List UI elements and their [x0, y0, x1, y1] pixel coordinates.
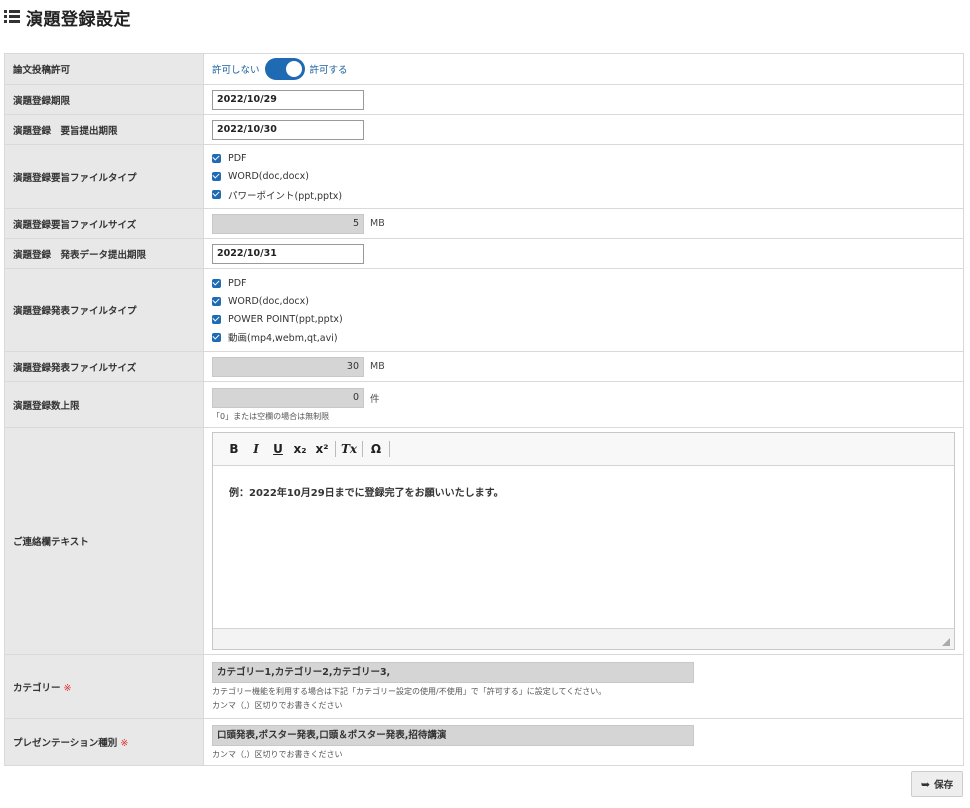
toggle-on-label: 許可する — [309, 65, 348, 76]
checkbox-label: パワーポイント(ppt,pptx) — [228, 190, 343, 202]
toggle-off-label: 許可しない — [212, 65, 260, 76]
italic-button[interactable]: I — [245, 438, 267, 460]
superscript-button[interactable]: x² — [311, 438, 333, 460]
presentation-type-ppt-checkbox[interactable]: POWER POINT(ppt,pptx) — [212, 310, 955, 328]
required-mark: ※ — [63, 682, 72, 694]
toggle-knob — [285, 61, 302, 77]
rich-text-editor[interactable]: B I U x₂ x² Tx Ω 例：2022年10月29日までに登録完了をお願… — [212, 432, 955, 650]
checkbox-checked-icon — [212, 172, 221, 181]
presentation-deadline-input[interactable]: 2022/10/31 — [212, 243, 364, 264]
toolbar-divider — [389, 441, 390, 457]
resize-grip-icon[interactable] — [942, 638, 950, 646]
row-abstract-file-size: 演題登録要旨ファイルサイズ 5 MB — [4, 208, 964, 239]
label-presentation-file-types: 演題登録発表ファイルタイプ — [4, 268, 204, 352]
checkbox-label: PDF — [228, 277, 247, 289]
page-header: 演題登録設定 — [4, 4, 131, 30]
toolbar-divider — [335, 441, 336, 457]
subscript-button[interactable]: x₂ — [289, 438, 311, 460]
row-abstract-file-types: 演題登録要旨ファイルタイプ PDF WORD(doc,docx) パワーポイント… — [4, 144, 964, 209]
presentation-type-word-checkbox[interactable]: WORD(doc,docx) — [212, 292, 955, 310]
label-abstract-deadline: 演題登録 要旨提出期限 — [4, 114, 204, 145]
bold-button[interactable]: B — [223, 438, 245, 460]
row-category: カテゴリー ※ カテゴリー1,カテゴリー2,カテゴリー3, カテゴリー機能を利用す… — [4, 654, 964, 719]
row-presentation-type: プレゼンテーション種別 ※ 口頭発表,ポスター発表,口頭＆ポスター発表,招待講演 … — [4, 718, 964, 766]
category-label-text: カテゴリー — [13, 682, 61, 694]
row-presentation-file-size: 演題登録発表ファイルサイズ 30 MB — [4, 351, 964, 382]
checkbox-checked-icon — [212, 190, 221, 199]
label-presentation-deadline: 演題登録 発表データ提出期限 — [4, 238, 204, 269]
unit-label: MB — [370, 218, 385, 229]
label-paper-submission: 論文投稿許可 — [4, 53, 204, 85]
presentation-type-input[interactable]: 口頭発表,ポスター発表,口頭＆ポスター発表,招待講演 — [212, 724, 694, 746]
row-registration-deadline: 演題登録期限 2022/10/29 — [4, 84, 964, 115]
list-icon — [4, 10, 20, 24]
reply-arrow-icon: ➥ — [920, 777, 931, 791]
checkbox-label: WORD(doc,docx) — [228, 171, 309, 182]
presentation-type-label-text: プレゼンテーション種別 — [13, 738, 118, 749]
underline-button[interactable]: U — [267, 438, 289, 460]
row-contact-text: ご連絡欄テキスト B I U x₂ x² Tx Ω 例：2022年10月29日ま… — [4, 427, 964, 655]
label-contact-text: ご連絡欄テキスト — [4, 427, 204, 655]
checkbox-checked-icon — [212, 154, 221, 163]
label-category: カテゴリー ※ — [4, 654, 204, 719]
abstract-type-word-checkbox[interactable]: WORD(doc,docx) — [212, 168, 955, 186]
paper-submission-toggle[interactable] — [264, 58, 305, 80]
row-abstract-deadline: 演題登録 要旨提出期限 2022/10/30 — [4, 114, 964, 145]
checkbox-checked-icon — [212, 296, 221, 306]
presentation-type-pdf-checkbox[interactable]: PDF — [212, 274, 955, 292]
label-abstract-file-types: 演題登録要旨ファイルタイプ — [4, 144, 204, 209]
label-presentation-file-size: 演題登録発表ファイルサイズ — [4, 351, 204, 382]
label-registration-limit: 演題登録数上限 — [4, 381, 204, 428]
row-registration-limit: 演題登録数上限 0 件 「0」または空欄の場合は無制限 — [4, 381, 964, 428]
category-comma-note: カンマ（,）区切りでお書きください — [212, 701, 343, 710]
unit-label: MB — [370, 361, 385, 372]
label-presentation-type: プレゼンテーション種別 ※ — [4, 718, 204, 766]
editor-status-bar — [213, 628, 954, 649]
abstract-type-ppt-checkbox[interactable]: パワーポイント(ppt,pptx) — [212, 186, 955, 204]
checkbox-checked-icon — [212, 278, 221, 288]
abstract-type-pdf-checkbox[interactable]: PDF — [212, 150, 955, 168]
settings-form: 論文投稿許可 許可しない 許可する 演題登録期限 2022/10/29 演題登録… — [4, 53, 964, 766]
presentation-type-video-checkbox[interactable]: 動画(mp4,webm,qt,avi) — [212, 328, 955, 346]
toolbar-divider — [362, 441, 363, 457]
checkbox-label: PDF — [228, 153, 247, 164]
remove-format-button[interactable]: Tx — [338, 438, 360, 460]
label-registration-deadline: 演題登録期限 — [4, 84, 204, 115]
unit-label: 件 — [370, 393, 380, 405]
checkbox-label: 動画(mp4,webm,qt,avi) — [228, 333, 338, 344]
required-mark: ※ — [120, 738, 129, 749]
category-note: カテゴリー機能を利用する場合は下記「カテゴリー設定の使用/不使用」で「許可する」… — [212, 687, 607, 696]
checkbox-checked-icon — [212, 332, 221, 342]
editor-toolbar: B I U x₂ x² Tx Ω — [213, 433, 954, 466]
presentation-type-note: カンマ（,）区切りでお書きください — [212, 749, 343, 759]
row-paper-submission: 論文投稿許可 許可しない 許可する — [4, 53, 964, 85]
presentation-file-size-input[interactable]: 30 — [212, 356, 364, 377]
row-presentation-deadline: 演題登録 発表データ提出期限 2022/10/31 — [4, 238, 964, 269]
registration-deadline-input[interactable]: 2022/10/29 — [212, 89, 364, 110]
checkbox-label: WORD(doc,docx) — [228, 295, 309, 307]
category-input[interactable]: カテゴリー1,カテゴリー2,カテゴリー3, — [212, 662, 694, 683]
abstract-file-size-input[interactable]: 5 — [212, 213, 364, 234]
special-char-button[interactable]: Ω — [365, 438, 387, 460]
label-abstract-file-size: 演題登録要旨ファイルサイズ — [4, 208, 204, 239]
abstract-deadline-input[interactable]: 2022/10/30 — [212, 119, 364, 140]
save-button[interactable]: ➥ 保存 — [911, 771, 963, 797]
save-button-label: 保存 — [934, 780, 954, 791]
editor-content[interactable]: 例：2022年10月29日までに登録完了をお願いいたします。 — [213, 466, 954, 517]
checkbox-label: POWER POINT(ppt,pptx) — [228, 313, 343, 325]
registration-limit-note: 「0」または空欄の場合は無制限 — [212, 411, 330, 421]
registration-limit-input[interactable]: 0 — [212, 387, 364, 408]
row-presentation-file-types: 演題登録発表ファイルタイプ PDF WORD(doc,docx) POWER P… — [4, 268, 964, 352]
page-title: 演題登録設定 — [26, 9, 131, 30]
checkbox-checked-icon — [212, 314, 221, 324]
